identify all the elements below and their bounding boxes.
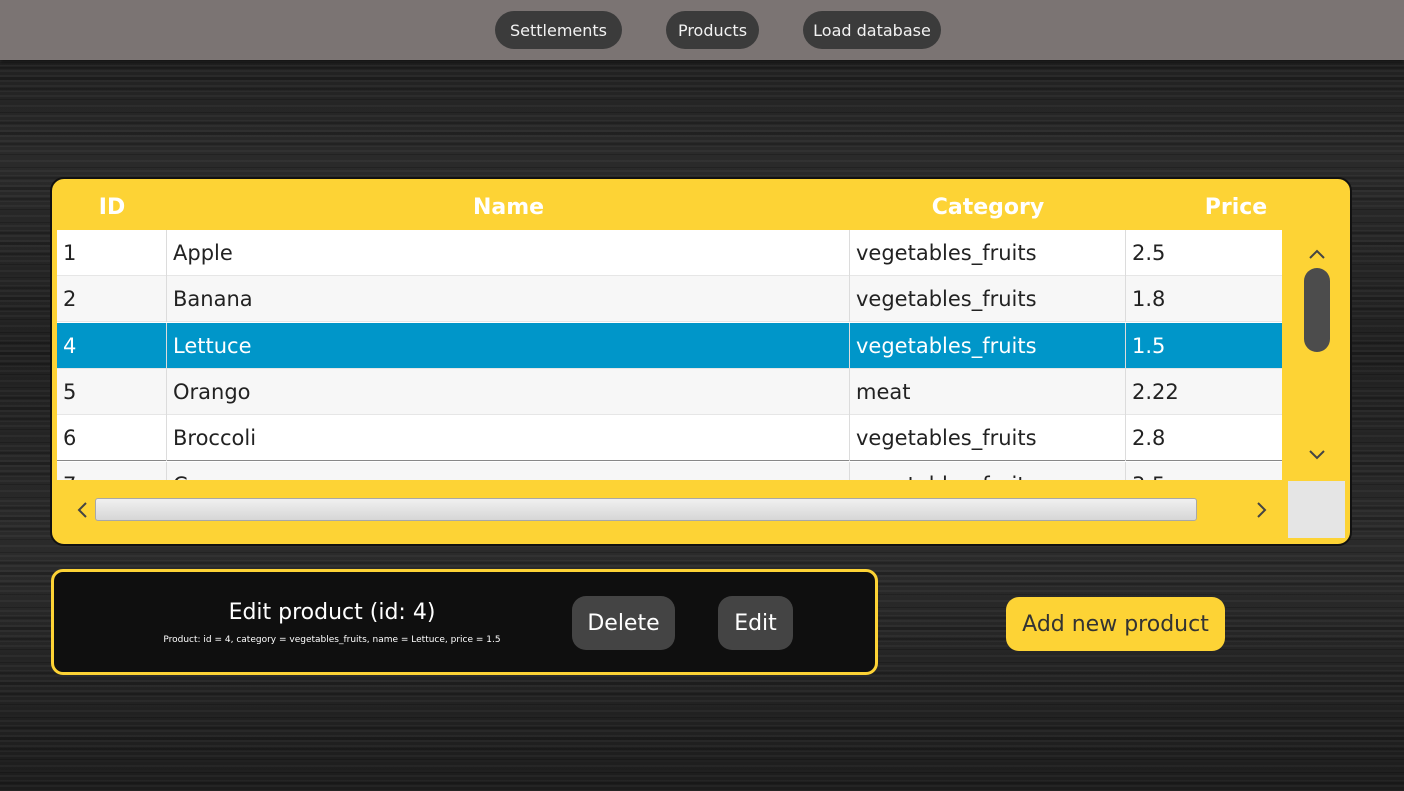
load-database-button[interactable]: Load database <box>803 11 941 49</box>
cell-id: 2 <box>57 276 167 322</box>
table-row[interactable]: 1 Apple vegetables_fruits 2.5 <box>57 230 1282 276</box>
column-header-name[interactable]: Name <box>167 195 850 221</box>
chevron-down-icon[interactable] <box>1308 449 1326 461</box>
table-row-selected[interactable]: 4 Lettuce vegetables_fruits 1.5 <box>57 323 1282 369</box>
cell-id: 1 <box>57 230 167 276</box>
chevron-up-icon[interactable] <box>1308 248 1326 260</box>
edit-button[interactable]: Edit <box>718 596 793 650</box>
column-header-id[interactable]: ID <box>57 195 167 221</box>
cell-id: 6 <box>57 415 167 461</box>
cell-category: vegetables_fruits <box>850 276 1126 322</box>
chevron-left-icon[interactable] <box>76 501 88 519</box>
table-row[interactable]: 2 Banana vegetables_fruits 1.8 <box>57 276 1282 322</box>
edit-product-title: Edit product (id: 4) <box>228 600 436 625</box>
cell-id: 7 <box>57 462 167 480</box>
cell-id: 5 <box>57 369 167 415</box>
top-nav-bar: Settlements Products Load database <box>0 0 1404 60</box>
horizontal-scroll-thumb[interactable] <box>95 498 1197 521</box>
cell-category: vegetables_fruits <box>850 415 1126 461</box>
cell-price: 2.22 <box>1132 380 1179 404</box>
cell-name: Apple <box>167 230 850 276</box>
table-row[interactable]: 7 C vegetables_fruits 3.5 <box>57 462 1282 480</box>
cell-name: Banana <box>167 276 850 322</box>
cell-category: vegetables_fruits <box>850 230 1126 276</box>
table-row[interactable]: 5 Orango meat 2.22 <box>57 369 1282 415</box>
column-header-category[interactable]: Category <box>850 195 1126 221</box>
vertical-scroll-thumb[interactable] <box>1304 268 1330 352</box>
cell-category: vegetables_fruits <box>850 323 1126 369</box>
products-button[interactable]: Products <box>666 11 759 49</box>
cell-price: 2.5 <box>1132 241 1166 265</box>
cell-price: 1.5 <box>1132 334 1166 358</box>
cell-price: 3.5 <box>1126 462 1282 480</box>
settlements-button[interactable]: Settlements <box>495 11 622 49</box>
cell-id: 4 <box>57 323 167 369</box>
cell-name: Broccoli <box>167 415 850 461</box>
delete-button[interactable]: Delete <box>572 596 675 650</box>
cell-name: Lettuce <box>167 323 850 369</box>
cell-price: 1.8 <box>1132 287 1166 311</box>
column-header-price[interactable]: Price <box>1126 195 1346 221</box>
cell-name: C <box>167 462 850 480</box>
cell-category: meat <box>850 369 1126 415</box>
product-details-text: Product: id = 4, category = vegetables_f… <box>163 635 501 645</box>
chevron-right-icon[interactable] <box>1256 501 1268 519</box>
table-row[interactable]: 6 Broccoli vegetables_fruits 2.8 <box>57 415 1282 461</box>
cell-price: 2.8 <box>1132 426 1166 450</box>
cell-name: Orango <box>167 369 850 415</box>
add-new-product-button[interactable]: Add new product <box>1006 597 1225 651</box>
cell-category: vegetables_fruits <box>850 462 1126 480</box>
scrollbar-corner <box>1288 481 1345 538</box>
products-table: 1 Apple vegetables_fruits 2.5 2 Banana v… <box>57 230 1282 480</box>
